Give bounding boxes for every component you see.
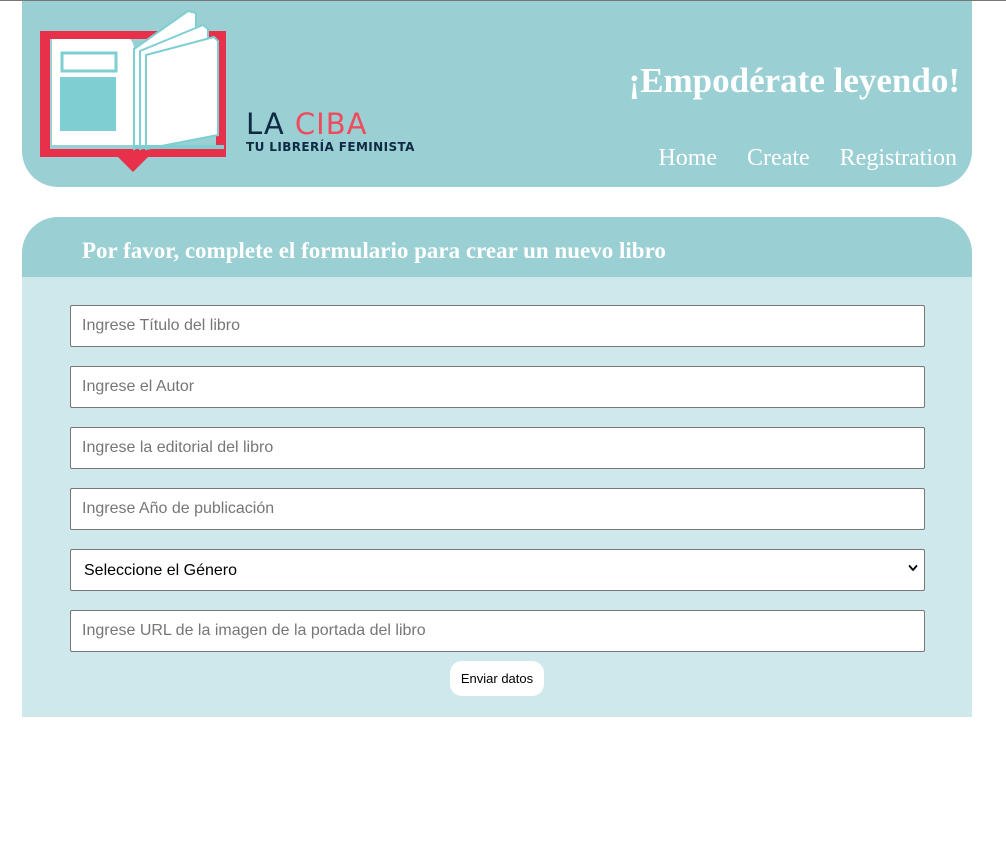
brand-name: LA CIBA xyxy=(246,109,415,139)
main-nav: Home Create Registration xyxy=(658,143,957,173)
form-header: Por favor, complete el formulario para c… xyxy=(22,217,972,277)
author-input[interactable] xyxy=(70,366,925,408)
title-input[interactable] xyxy=(70,305,925,347)
cover-url-input[interactable] xyxy=(70,610,925,652)
site-header: LA CIBA TU LIBRERÍA FEMINISTA ¡Empodérat… xyxy=(22,1,972,187)
brand-name-part2: CIBA xyxy=(294,107,368,141)
brand-tagline: TU LIBRERÍA FEMINISTA xyxy=(246,140,415,154)
nav-home-link[interactable]: Home xyxy=(658,143,717,173)
genre-select[interactable]: Seleccione el Género xyxy=(70,549,925,591)
nav-create-link[interactable]: Create xyxy=(747,143,810,173)
form-title: Por favor, complete el formulario para c… xyxy=(82,238,666,263)
submit-button[interactable]: Enviar datos xyxy=(450,661,544,696)
brand-name-part1: LA xyxy=(246,107,285,141)
slogan: ¡Empodérate leyendo! xyxy=(628,61,960,100)
year-input[interactable] xyxy=(70,488,925,530)
create-book-form: Por favor, complete el formulario para c… xyxy=(22,217,972,717)
nav-registration-link[interactable]: Registration xyxy=(840,143,957,173)
brand-wordmark: LA CIBA TU LIBRERÍA FEMINISTA xyxy=(246,109,415,154)
publisher-input[interactable] xyxy=(70,427,925,469)
